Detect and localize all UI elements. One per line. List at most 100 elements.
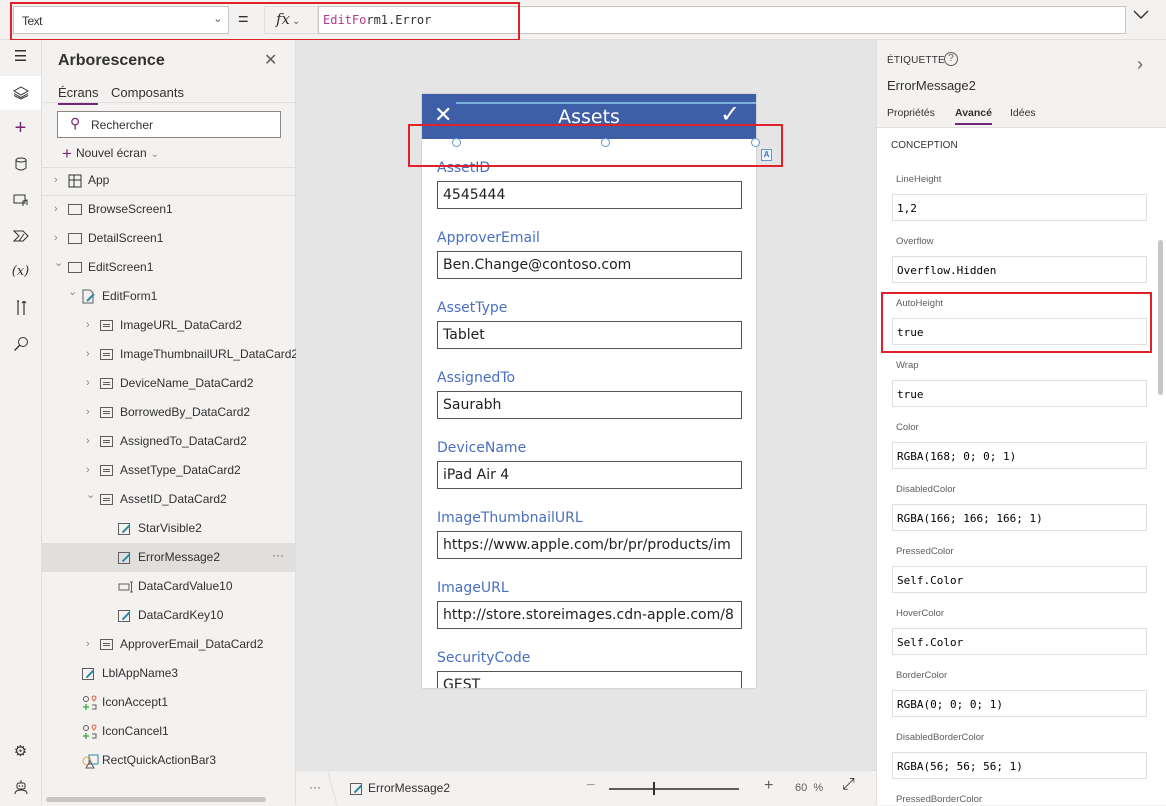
tree-node[interactable]: LblAppName3 bbox=[42, 659, 296, 688]
field-input[interactable]: GEST bbox=[437, 671, 742, 688]
tree-node[interactable]: › DeviceName_DataCard2 bbox=[42, 369, 296, 398]
tab-components[interactable]: Composants bbox=[111, 85, 184, 100]
chevron-down-icon[interactable]: ⌄ bbox=[54, 249, 63, 278]
resize-handle-center[interactable] bbox=[601, 138, 610, 147]
selected-control-breadcrumb[interactable]: ErrorMessage2 bbox=[350, 781, 450, 795]
media-icon[interactable] bbox=[0, 183, 41, 217]
tree-node[interactable]: › BorrowedBy_DataCard2 bbox=[42, 398, 296, 427]
chevron-right-icon[interactable]: › bbox=[86, 427, 90, 456]
more-options-button[interactable]: ··· bbox=[309, 780, 321, 794]
advanced-tools-icon[interactable] bbox=[0, 291, 41, 325]
tree-node[interactable]: › ApproverEmail_DataCard2 bbox=[42, 630, 296, 659]
more-options-button[interactable]: ··· bbox=[272, 541, 284, 570]
property-value-input[interactable]: true bbox=[892, 318, 1147, 345]
tree-node[interactable]: › ImageThumbnailURL_DataCard2 bbox=[42, 340, 299, 369]
tree-node[interactable]: ⌄ EditForm1 bbox=[42, 282, 296, 311]
tree-node[interactable]: RectQuickActionBar3 bbox=[42, 746, 296, 775]
tree-node[interactable]: IconAccept1 bbox=[42, 688, 296, 717]
zoom-slider-thumb[interactable] bbox=[653, 782, 655, 795]
tab-screens[interactable]: Écrans bbox=[58, 85, 99, 105]
variables-icon[interactable]: (x) bbox=[0, 255, 41, 289]
field-input[interactable]: iPad Air 4 bbox=[437, 461, 742, 489]
zoom-in-button[interactable]: + bbox=[764, 777, 773, 795]
property-value-input[interactable]: 1,2 bbox=[892, 194, 1147, 221]
tree-node[interactable]: › ImageURL_DataCard2 bbox=[42, 311, 296, 340]
chevron-right-icon[interactable]: › bbox=[54, 195, 58, 224]
property-value-input[interactable]: Self.Color bbox=[892, 628, 1147, 655]
properties-panel: ÉTIQUETTE ? ErrorMessage2 › Propriétés A… bbox=[876, 40, 1166, 805]
resize-handle-right[interactable] bbox=[751, 138, 760, 147]
search-icon[interactable] bbox=[0, 327, 41, 361]
field-input[interactable]: https://www.apple.com/br/pr/products/im bbox=[437, 531, 742, 559]
tree-node[interactable]: ⌄ AssetID_DataCard2 bbox=[42, 485, 296, 514]
insert-icon[interactable]: + bbox=[0, 111, 41, 145]
property-value-input[interactable]: RGBA(168; 0; 0; 1) bbox=[892, 442, 1147, 469]
chevron-right-icon[interactable]: › bbox=[54, 166, 58, 195]
zoom-out-button[interactable]: − bbox=[586, 777, 595, 795]
property-dropdown[interactable]: Text ⌄ bbox=[13, 6, 229, 34]
tab-advanced[interactable]: Avancé bbox=[955, 107, 992, 125]
property-value-input[interactable]: RGBA(166; 166; 166; 1) bbox=[892, 504, 1147, 531]
hamburger-menu-icon[interactable]: ☰ bbox=[0, 40, 41, 74]
tree-node-label: ImageThumbnailURL_DataCard2 bbox=[120, 347, 299, 361]
new-screen-button[interactable]: + Nouvel écran ⌄ bbox=[62, 144, 159, 164]
property-value-input[interactable]: RGBA(0; 0; 0; 1) bbox=[892, 690, 1147, 717]
virtual-agent-icon[interactable] bbox=[0, 770, 41, 804]
chevron-down-icon[interactable]: ⌄ bbox=[68, 278, 77, 307]
fit-to-window-icon[interactable]: ⤢ bbox=[842, 776, 855, 794]
chevron-right-icon[interactable]: › bbox=[86, 340, 90, 369]
power-automate-icon[interactable] bbox=[0, 219, 41, 253]
tree-node-label: RectQuickActionBar3 bbox=[102, 753, 217, 767]
tree-node[interactable]: DataCardKey10 bbox=[42, 601, 296, 630]
control-type: ÉTIQUETTE bbox=[887, 55, 945, 66]
chevron-right-icon[interactable]: › bbox=[86, 311, 90, 340]
chevron-right-icon[interactable]: › bbox=[86, 369, 90, 398]
expand-formula-button[interactable] bbox=[1132, 8, 1150, 26]
zoom-slider[interactable] bbox=[609, 788, 739, 790]
tree-node-label: AssetID_DataCard2 bbox=[120, 492, 227, 506]
tree-node[interactable]: ⌄ EditScreen1 bbox=[42, 253, 296, 282]
data-icon[interactable] bbox=[0, 147, 41, 181]
tree-view-icon[interactable] bbox=[0, 76, 41, 110]
close-icon[interactable]: ✕ bbox=[264, 50, 277, 70]
resize-handle-left[interactable] bbox=[452, 138, 461, 147]
chevron-right-icon[interactable]: › bbox=[86, 398, 90, 427]
formula-keyword: EditFo bbox=[323, 13, 367, 27]
property-value-input[interactable]: Overflow.Hidden bbox=[892, 256, 1147, 283]
chevron-right-icon[interactable]: › bbox=[86, 630, 90, 659]
control-name[interactable]: ErrorMessage2 bbox=[887, 78, 976, 93]
field-input[interactable]: Tablet bbox=[437, 321, 742, 349]
property-value-input[interactable]: Self.Color bbox=[892, 566, 1147, 593]
settings-icon[interactable]: ⚙ bbox=[0, 735, 41, 769]
tree-node[interactable]: › DetailScreen1 bbox=[42, 224, 296, 253]
help-icon[interactable]: ? bbox=[944, 52, 958, 66]
chevron-down-icon[interactable]: ⌄ bbox=[86, 481, 95, 510]
chevron-right-icon[interactable]: › bbox=[1137, 54, 1143, 75]
field-input[interactable]: Saurabh bbox=[437, 391, 742, 419]
tree-node-label: ImageURL_DataCard2 bbox=[120, 318, 243, 332]
property-value-input[interactable]: RGBA(56; 56; 56; 1) bbox=[892, 752, 1147, 779]
field-input[interactable]: 4545444 bbox=[437, 181, 742, 209]
tree-node[interactable]: › AssignedTo_DataCard2 bbox=[42, 427, 296, 456]
field-input[interactable]: http://store.storeimages.cdn-apple.com/8 bbox=[437, 601, 742, 629]
tree-node[interactable]: › AssetType_DataCard2 bbox=[42, 456, 296, 485]
tree-node[interactable]: ErrorMessage2 ··· bbox=[42, 543, 296, 572]
tree-node[interactable]: › App bbox=[42, 166, 296, 195]
fx-button[interactable]: fx ⌄ bbox=[264, 6, 318, 34]
tree-node[interactable]: › BrowseScreen1 bbox=[42, 195, 296, 224]
property-dropdown-value: Text bbox=[22, 14, 43, 28]
tree-search-input[interactable]: ⚲ Rechercher bbox=[57, 111, 281, 138]
tab-properties[interactable]: Propriétés bbox=[887, 107, 935, 119]
field-input[interactable]: Ben.Change@contoso.com bbox=[437, 251, 742, 279]
horizontal-scrollbar[interactable] bbox=[46, 797, 266, 802]
tree-node[interactable]: IconCancel1 bbox=[42, 717, 296, 746]
property-value-input[interactable]: true bbox=[892, 380, 1147, 407]
tree-node[interactable]: StarVisible2 bbox=[42, 514, 296, 543]
tree-node[interactable]: DataCardValue10 bbox=[42, 572, 296, 601]
status-bar: ··· ErrorMessage2 − + 60 % ⤢ bbox=[296, 770, 876, 806]
tab-ideas[interactable]: Idées bbox=[1010, 107, 1036, 119]
formula-input[interactable]: EditForm1.Error bbox=[318, 6, 1126, 34]
accept-icon[interactable]: ✓ bbox=[720, 100, 740, 129]
tree-node-label: DataCardValue10 bbox=[138, 579, 233, 593]
vertical-scrollbar[interactable] bbox=[1158, 240, 1163, 395]
